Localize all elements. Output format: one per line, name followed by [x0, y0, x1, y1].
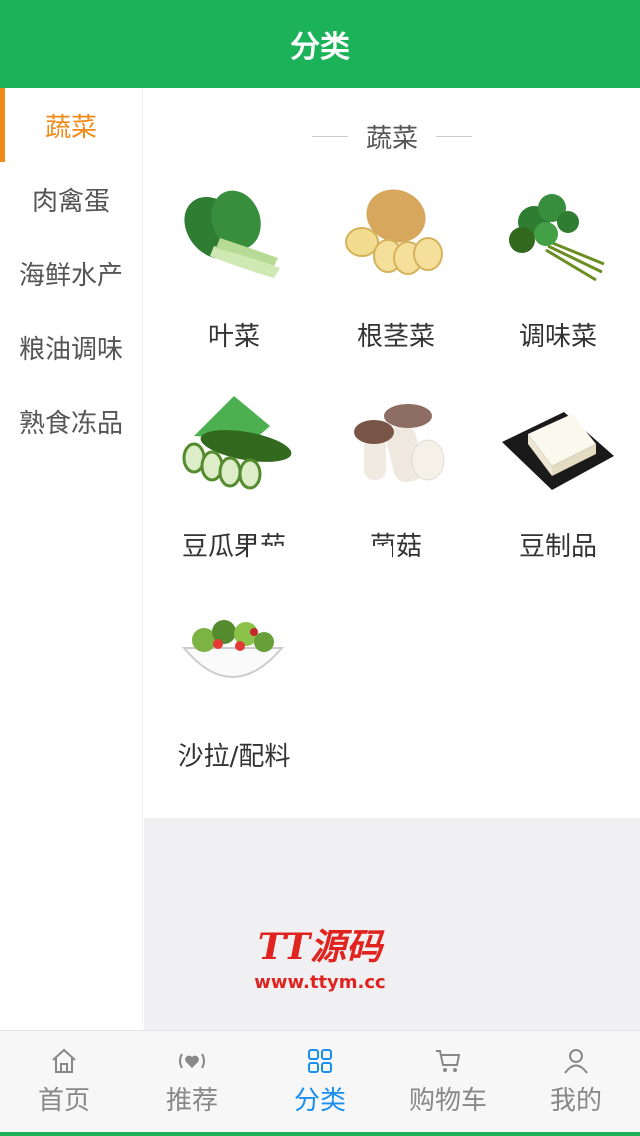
- salad-icon: [181, 620, 285, 678]
- tab-category[interactable]: 分类: [256, 1031, 384, 1132]
- sidebar-item-vegetables[interactable]: 蔬菜: [0, 88, 142, 162]
- sidebar-item-grain-oil-seasoning[interactable]: 粮油调味: [0, 310, 142, 384]
- sidebar-item-label: 蔬菜: [44, 112, 97, 143]
- subcategory-item[interactable]: 豆制品: [472, 386, 634, 596]
- bottom-tab-bar: 首页 推荐 分类 购物车 我的: [0, 1030, 640, 1136]
- divider: [436, 136, 472, 137]
- cart-icon: [436, 1050, 461, 1072]
- category-content: 蔬菜 叶菜 根茎菜 调味菜 豆瓜果茄 菌菇 豆制品 沙拉/配料: [144, 88, 640, 818]
- category-sidebar: 蔬菜 肉禽蛋 海鲜水产 粮油调味 熟食冻品: [0, 88, 143, 1026]
- watermark-title: TT源码: [257, 926, 383, 968]
- render-artifact: [248, 546, 392, 592]
- sidebar-item-seafood[interactable]: 海鲜水产: [0, 236, 142, 310]
- tab-cart[interactable]: 购物车: [384, 1031, 512, 1132]
- grid-icon: [308, 1049, 332, 1073]
- subcategory-item[interactable]: 根茎菜: [310, 176, 472, 386]
- parsley-icon: [509, 194, 605, 282]
- tab-label: 分类: [293, 1086, 346, 1116]
- tab-profile[interactable]: 我的: [512, 1031, 640, 1132]
- subcategory-item[interactable]: 调味菜: [472, 176, 634, 386]
- page-title: 分类: [290, 30, 350, 65]
- potato-icon: [345, 189, 443, 275]
- subcategory-label: 叶菜: [207, 322, 260, 352]
- mushroom-icon: [354, 404, 445, 483]
- subcategory-label: 豆制品: [518, 532, 597, 562]
- section-title: 蔬菜: [365, 124, 418, 154]
- tab-recommend[interactable]: 推荐: [128, 1031, 256, 1132]
- heart-signal-icon: [179, 1053, 205, 1069]
- sidebar-item-label: 海鲜水产: [18, 260, 123, 291]
- subcategory-item[interactable]: 沙拉/配料: [148, 596, 310, 806]
- watermark: TT源码 www.ttym.cc: [240, 918, 400, 993]
- sidebar-item-cooked-frozen[interactable]: 熟食冻品: [0, 384, 142, 458]
- tab-label: 首页: [37, 1086, 90, 1116]
- bok-choy-icon: [184, 190, 280, 278]
- subcategory-label: 调味菜: [518, 322, 597, 352]
- tab-label: 推荐: [165, 1086, 218, 1116]
- subcategory-label: 沙拉/配料: [177, 742, 291, 772]
- divider: [311, 136, 348, 137]
- user-icon: [564, 1049, 588, 1074]
- cucumber-icon: [182, 396, 292, 490]
- tab-home[interactable]: 首页: [0, 1031, 128, 1132]
- subcategory-label: 根茎菜: [356, 322, 435, 352]
- tofu-icon: [502, 412, 614, 490]
- section-header: 蔬菜: [144, 118, 640, 155]
- app-header: 分类: [0, 0, 640, 88]
- sidebar-item-label: 粮油调味: [18, 334, 123, 365]
- sidebar-item-label: 熟食冻品: [18, 408, 123, 439]
- tab-label: 我的: [549, 1086, 602, 1116]
- home-icon: [52, 1048, 76, 1073]
- subcategory-item[interactable]: 叶菜: [148, 176, 310, 386]
- tab-label: 购物车: [408, 1086, 487, 1116]
- sidebar-item-meat-poultry-eggs[interactable]: 肉禽蛋: [0, 162, 142, 236]
- watermark-url: www.ttym.cc: [254, 972, 386, 993]
- sidebar-item-label: 肉禽蛋: [31, 186, 110, 217]
